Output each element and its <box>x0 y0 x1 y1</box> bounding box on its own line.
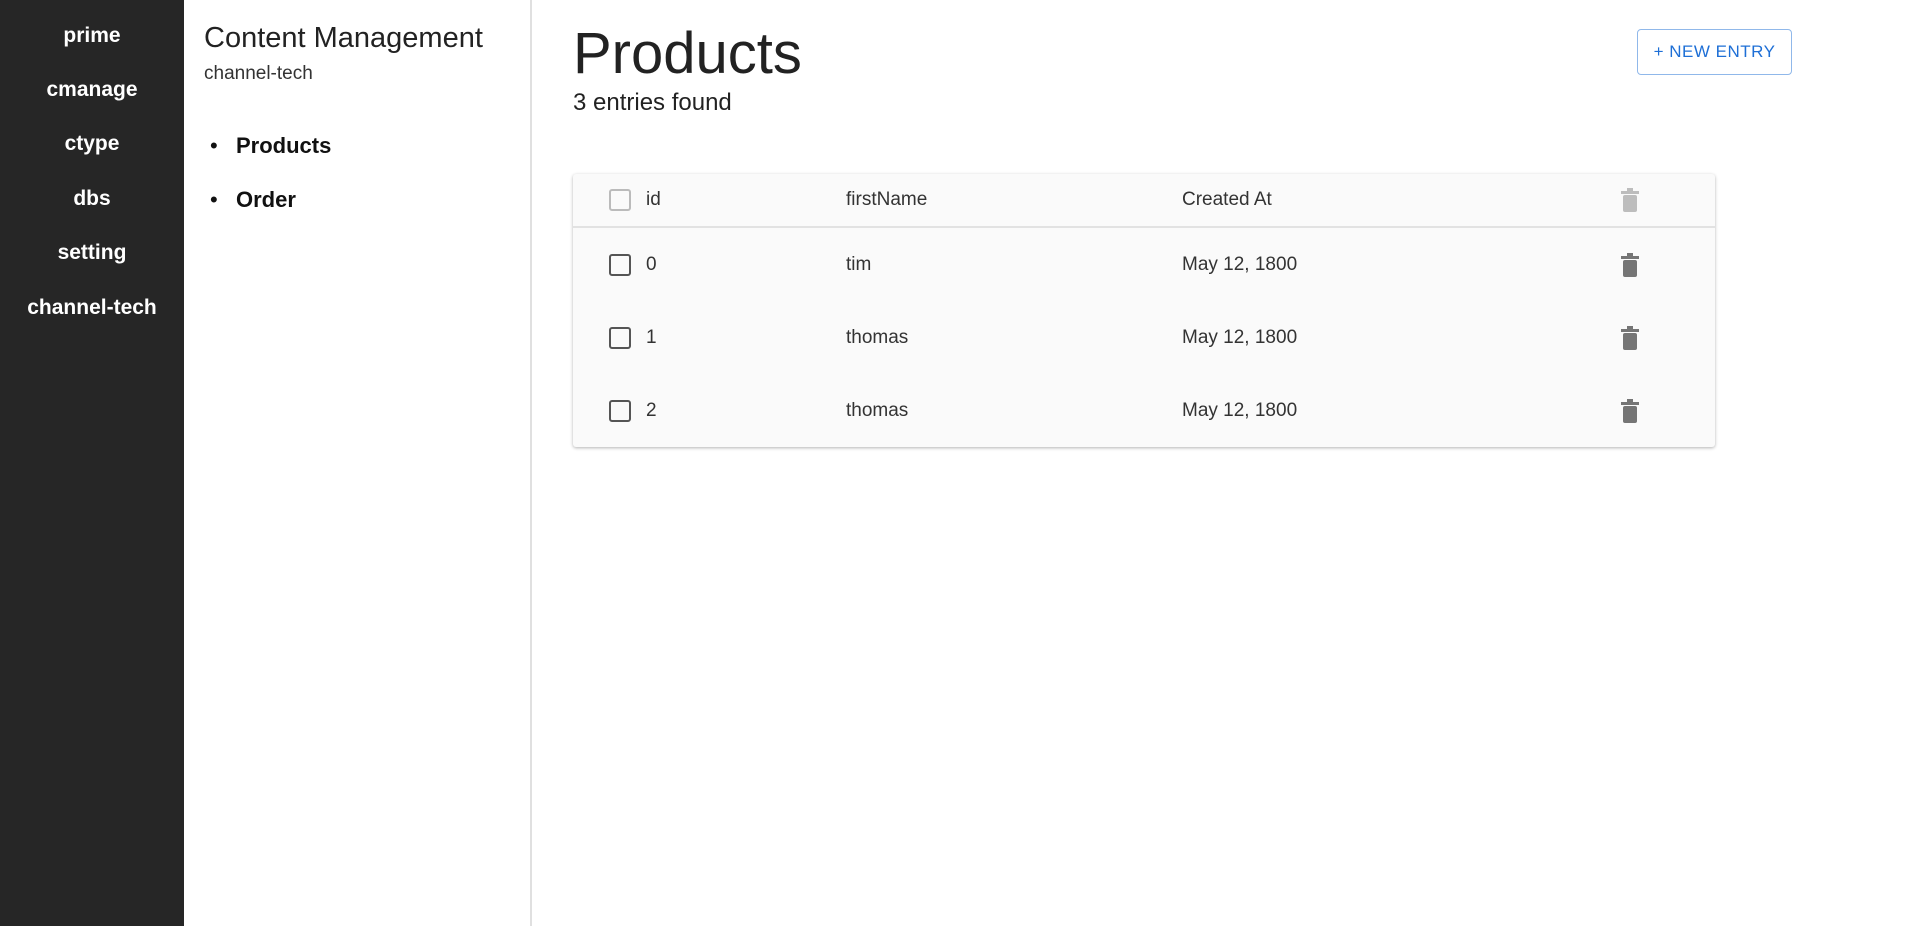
row-checkbox[interactable] <box>609 326 631 349</box>
table-row[interactable]: 2 thomas May 12, 1800 <box>573 374 1715 447</box>
nav-item-ctype[interactable]: ctype <box>0 132 184 156</box>
bullet-icon: • <box>210 187 218 212</box>
cell-firstname: thomas <box>846 326 909 348</box>
column-header-firstname[interactable]: firstName <box>846 189 927 211</box>
panel-title: Content Management <box>204 22 483 54</box>
panel-subtitle: channel-tech <box>204 63 313 84</box>
nav-item-prime[interactable]: prime <box>0 24 184 48</box>
content-type-products[interactable]: • Products <box>210 133 331 159</box>
cell-created-at: May 12, 1800 <box>1182 253 1298 275</box>
nav-item-channel-tech[interactable]: channel-tech <box>0 296 184 320</box>
cell-id: 0 <box>646 253 657 275</box>
content-type-panel: Content Management channel-tech • Product… <box>184 0 532 926</box>
trash-icon[interactable] <box>1619 398 1641 424</box>
new-entry-button[interactable]: + NEW ENTRY <box>1637 29 1792 75</box>
cell-id: 1 <box>646 326 657 348</box>
table-row[interactable]: 0 tim May 12, 1800 <box>573 228 1715 301</box>
content-type-label: Products <box>236 133 332 158</box>
entries-count: 3 entries found <box>573 89 732 116</box>
nav-item-dbs[interactable]: dbs <box>0 187 184 211</box>
trash-icon[interactable] <box>1619 325 1641 351</box>
cell-created-at: May 12, 1800 <box>1182 399 1298 421</box>
cell-created-at: May 12, 1800 <box>1182 326 1298 348</box>
trash-icon[interactable] <box>1619 252 1641 278</box>
main-sidebar: prime cmanage ctype dbs setting channel-… <box>0 0 184 926</box>
cell-firstname: thomas <box>846 399 909 421</box>
page-title: Products <box>573 21 802 86</box>
column-header-id[interactable]: id <box>646 189 661 211</box>
content-type-label: Order <box>236 187 296 212</box>
cell-firstname: tim <box>846 253 872 275</box>
bullet-icon: • <box>210 133 218 158</box>
column-header-created-at[interactable]: Created At <box>1182 189 1272 211</box>
row-checkbox[interactable] <box>609 399 631 422</box>
row-checkbox[interactable] <box>609 253 631 276</box>
nav-item-setting[interactable]: setting <box>0 241 184 265</box>
entries-table: id firstName Created At 0 tim May 12, 18… <box>573 174 1715 447</box>
content-type-order[interactable]: • Order <box>210 187 296 213</box>
table-header: id firstName Created At <box>573 174 1715 228</box>
select-all-checkbox[interactable] <box>609 189 631 211</box>
cell-id: 2 <box>646 399 657 421</box>
trash-icon[interactable] <box>1619 187 1641 213</box>
nav-item-cmanage[interactable]: cmanage <box>0 78 184 102</box>
table-row[interactable]: 1 thomas May 12, 1800 <box>573 301 1715 374</box>
